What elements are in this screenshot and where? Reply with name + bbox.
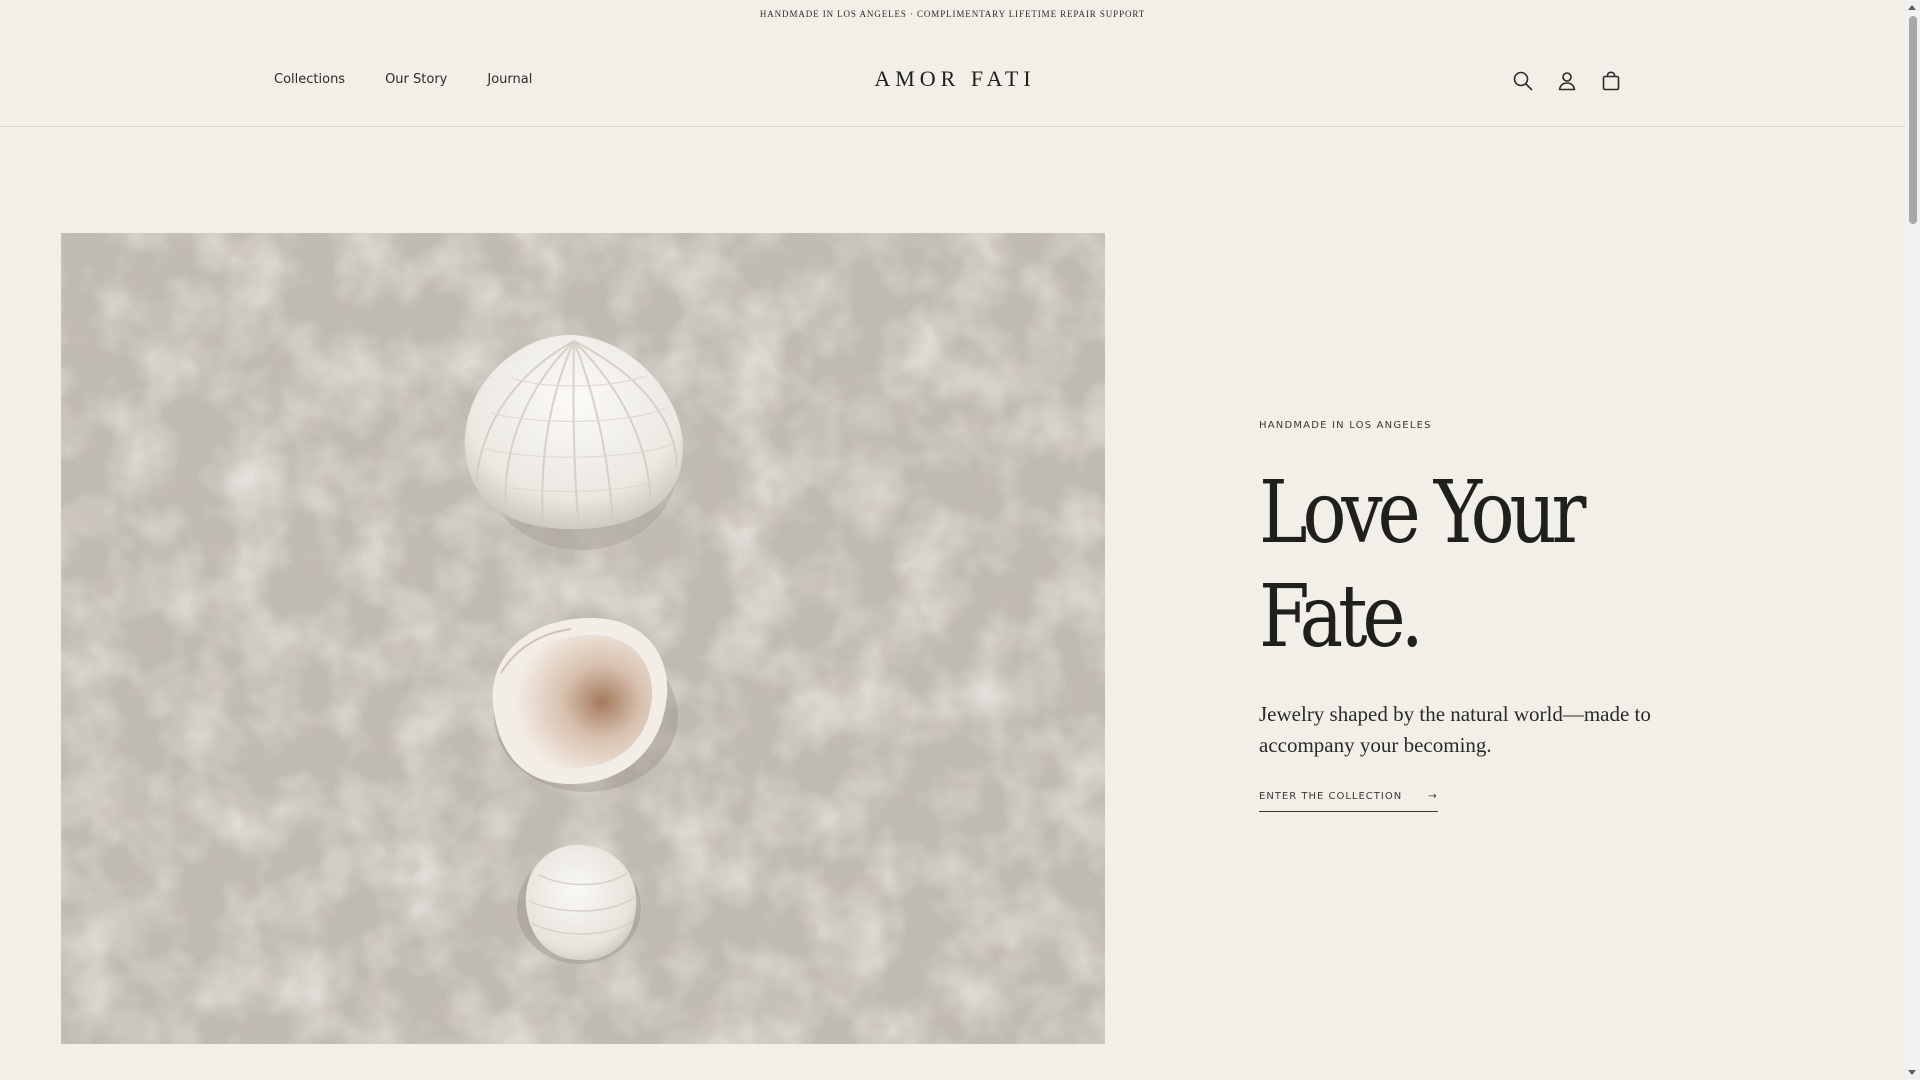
site-header: Collections Our Story Journal AMOR FATI	[0, 28, 1905, 127]
hero-subtext: Jewelry shaped by the natural world—made…	[1259, 702, 1651, 757]
enter-collection-link[interactable]: ENTER THE COLLECTION →	[1259, 791, 1438, 812]
hero-content: HANDMADE IN LOS ANGELES Love Your Fate. …	[1259, 420, 1679, 812]
search-button[interactable]	[1509, 67, 1537, 95]
hero-headline: Love Your Fate.	[1259, 461, 1616, 669]
scroll-thumb[interactable]	[1909, 16, 1917, 224]
scroll-up-icon[interactable]	[1908, 5, 1916, 10]
cta-label: ENTER THE COLLECTION	[1259, 791, 1403, 802]
arrow-right-icon: →	[1428, 791, 1438, 802]
hero-headline-line2: Fate.	[1259, 567, 1424, 667]
page-scrollbar[interactable]	[1905, 0, 1920, 1080]
search-icon	[1513, 71, 1533, 91]
announcement-bar: HANDMADE IN LOS ANGELES · COMPLIMENTARY …	[0, 0, 1905, 28]
cart-icon	[1602, 71, 1620, 91]
cart-button[interactable]	[1597, 67, 1625, 95]
seashells-photo	[61, 233, 1105, 1044]
account-button[interactable]	[1553, 67, 1581, 95]
announcement-text: HANDMADE IN LOS ANGELES · COMPLIMENTARY …	[759, 9, 1146, 19]
shell-middle	[492, 618, 678, 792]
hero-headline-line1: Love Your	[1259, 463, 1586, 563]
scroll-down-icon[interactable]	[1908, 1070, 1916, 1075]
hero-eyebrow: HANDMADE IN LOS ANGELES	[1259, 420, 1432, 431]
account-icon	[1558, 72, 1576, 91]
header-icons	[1509, 67, 1625, 95]
hero-image	[61, 233, 1105, 1044]
